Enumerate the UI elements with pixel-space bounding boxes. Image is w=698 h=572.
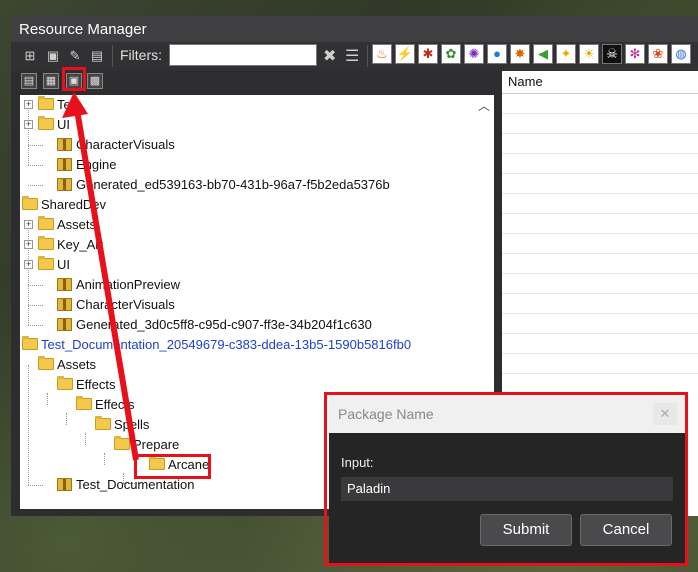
highlight-box [324, 392, 688, 566]
